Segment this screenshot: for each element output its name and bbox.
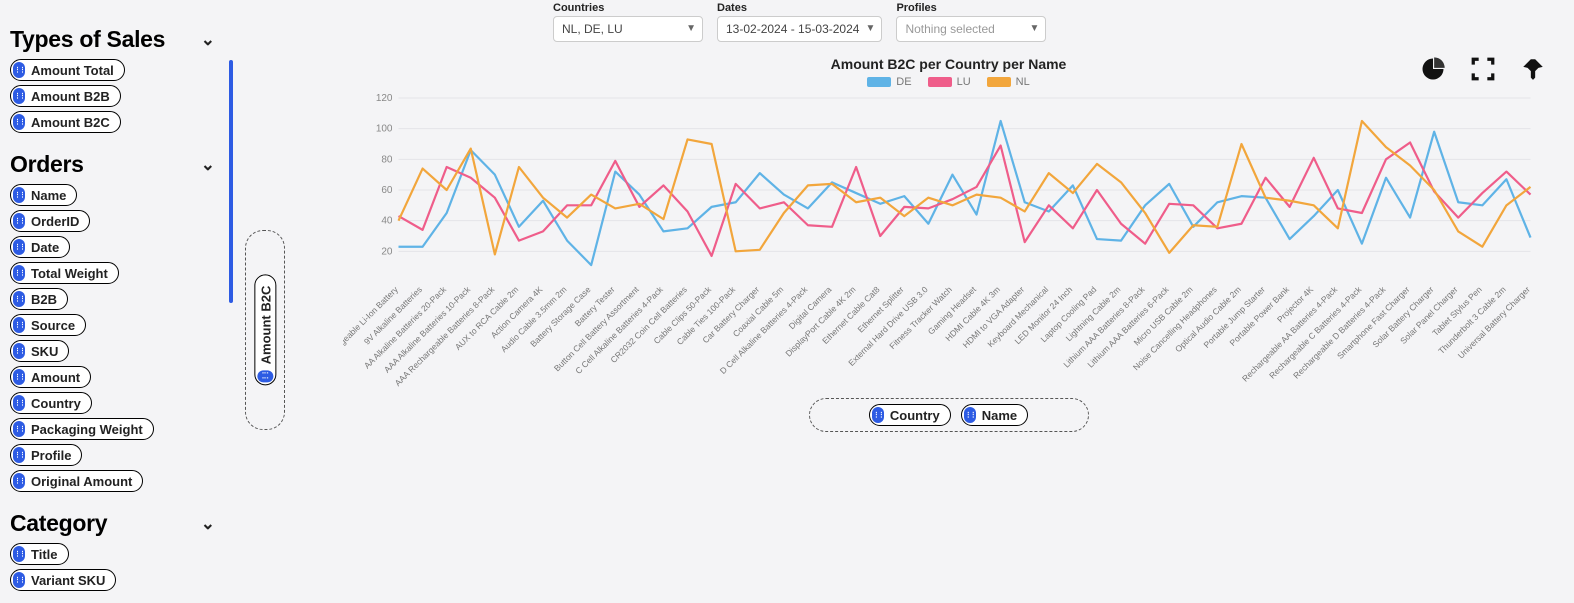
chart-panel: Amount B2C per Country per Name DE LU NL…	[303, 48, 1564, 603]
line-chart: 2040608010012018650 Rechargeable Li-Ion …	[343, 92, 1554, 392]
field-pill[interactable]: SKU	[10, 340, 69, 362]
svg-text:60: 60	[381, 185, 393, 196]
y-axis-pill[interactable]: Amount B2C	[254, 275, 276, 386]
svg-text:100: 100	[376, 124, 393, 135]
chevron-down-icon: ▼	[1030, 23, 1040, 34]
chevron-down-icon: ⌄	[201, 155, 215, 175]
field-pill[interactable]: B2B	[10, 288, 68, 310]
field-pill[interactable]: Amount Total	[10, 59, 125, 81]
svg-text:20: 20	[381, 246, 393, 257]
field-pill-label: Amount	[31, 370, 80, 385]
grip-icon	[13, 187, 25, 203]
grip-icon	[13, 572, 25, 588]
field-pill[interactable]: Country	[10, 392, 92, 414]
pin-icon[interactable]	[1518, 54, 1548, 84]
field-pill[interactable]: Profile	[10, 444, 82, 466]
field-pill[interactable]: Source	[10, 314, 86, 336]
filter-label-countries: Countries	[553, 2, 703, 14]
y-axis-pill-label: Amount B2C	[258, 286, 273, 365]
chart-type-icon[interactable]	[1418, 54, 1448, 84]
grip-icon	[13, 546, 25, 562]
main-panel: Countries NL, DE, LU ▼ Dates 13-02-2024 …	[293, 0, 1574, 603]
section-title: Types of Sales	[10, 26, 165, 53]
field-pill-label: Original Amount	[31, 474, 132, 489]
svg-text:40: 40	[381, 216, 393, 227]
x-axis-pill-name[interactable]: Name	[961, 404, 1028, 426]
grip-icon	[872, 407, 884, 423]
filters-row: Countries NL, DE, LU ▼ Dates 13-02-2024 …	[303, 0, 1564, 48]
grip-icon	[13, 395, 25, 411]
field-pill[interactable]: OrderID	[10, 210, 90, 232]
field-pill-label: Amount B2B	[31, 89, 110, 104]
svg-text:120: 120	[376, 93, 393, 104]
field-pill[interactable]: Date	[10, 236, 70, 258]
grip-icon	[964, 407, 976, 423]
field-pill-label: Date	[31, 240, 59, 255]
legend-swatch-lu	[928, 77, 952, 87]
grip-icon	[13, 343, 25, 359]
field-pill[interactable]: Original Amount	[10, 470, 143, 492]
field-pill-label: Source	[31, 318, 75, 333]
field-pill-label: Packaging Weight	[31, 422, 143, 437]
chart-legend: DE LU NL	[343, 76, 1554, 88]
svg-text:80: 80	[381, 154, 393, 165]
field-pill[interactable]: Amount	[10, 366, 91, 388]
field-pill[interactable]: Name	[10, 184, 77, 206]
chevron-down-icon: ⌄	[201, 30, 215, 50]
grip-icon	[13, 62, 25, 78]
grip-icon	[13, 239, 25, 255]
chart-title: Amount B2C per Country per Name	[343, 56, 1554, 72]
legend-swatch-nl	[987, 77, 1011, 87]
field-pill-label: Name	[31, 188, 66, 203]
x-axis-pill-country[interactable]: Country	[869, 404, 951, 426]
field-pill[interactable]: Amount B2B	[10, 85, 121, 107]
sidebar-divider	[229, 60, 233, 303]
grip-icon	[13, 213, 25, 229]
field-pill-label: SKU	[31, 344, 58, 359]
section-header[interactable]: Category ⌄	[10, 510, 215, 537]
chevron-down-icon: ⌄	[201, 514, 215, 534]
grip-icon	[13, 88, 25, 104]
sidebar: Types of Sales ⌄ Amount Total Amount B2B Amo…	[0, 0, 225, 603]
x-axis-dropzone[interactable]: Country Name	[809, 398, 1089, 432]
legend-swatch-de	[867, 77, 891, 87]
section-title: Category	[10, 510, 107, 537]
chevron-down-icon: ▼	[866, 23, 876, 34]
section-header[interactable]: Types of Sales ⌄	[10, 26, 215, 53]
section-header[interactable]: Orders ⌄	[10, 151, 215, 178]
grip-icon	[13, 447, 25, 463]
field-pill-label: Amount B2C	[31, 115, 110, 130]
profiles-select[interactable]: Nothing selected ▼	[896, 16, 1046, 42]
field-pill-label: B2B	[31, 292, 57, 307]
field-pill[interactable]: Title	[10, 543, 69, 565]
field-pill[interactable]: Amount B2C	[10, 111, 121, 133]
fullscreen-icon[interactable]	[1468, 54, 1498, 84]
grip-icon	[257, 370, 273, 382]
field-pill-label: Amount Total	[31, 63, 114, 78]
grip-icon	[13, 265, 25, 281]
field-pill[interactable]: Total Weight	[10, 262, 119, 284]
field-pill-label: Variant SKU	[31, 573, 105, 588]
field-pill[interactable]: Packaging Weight	[10, 418, 154, 440]
grip-icon	[13, 317, 25, 333]
grip-icon	[13, 421, 25, 437]
grip-icon	[13, 291, 25, 307]
field-pill-label: Total Weight	[31, 266, 108, 281]
filter-label-profiles: Profiles	[896, 2, 1046, 14]
section-title: Orders	[10, 151, 84, 178]
y-axis-dropzone[interactable]: Amount B2C	[245, 230, 285, 430]
filter-label-dates: Dates	[717, 2, 882, 14]
field-pill-label: Profile	[31, 448, 71, 463]
grip-icon	[13, 473, 25, 489]
dates-select[interactable]: 13-02-2024 - 15-03-2024 ▼	[717, 16, 882, 42]
field-pill[interactable]: Variant SKU	[10, 569, 116, 591]
field-pill-label: Title	[31, 547, 58, 562]
grip-icon	[13, 114, 25, 130]
grip-icon	[13, 369, 25, 385]
chevron-down-icon: ▼	[686, 23, 696, 34]
countries-select[interactable]: NL, DE, LU ▼	[553, 16, 703, 42]
field-pill-label: Country	[31, 396, 81, 411]
field-pill-label: OrderID	[31, 214, 79, 229]
